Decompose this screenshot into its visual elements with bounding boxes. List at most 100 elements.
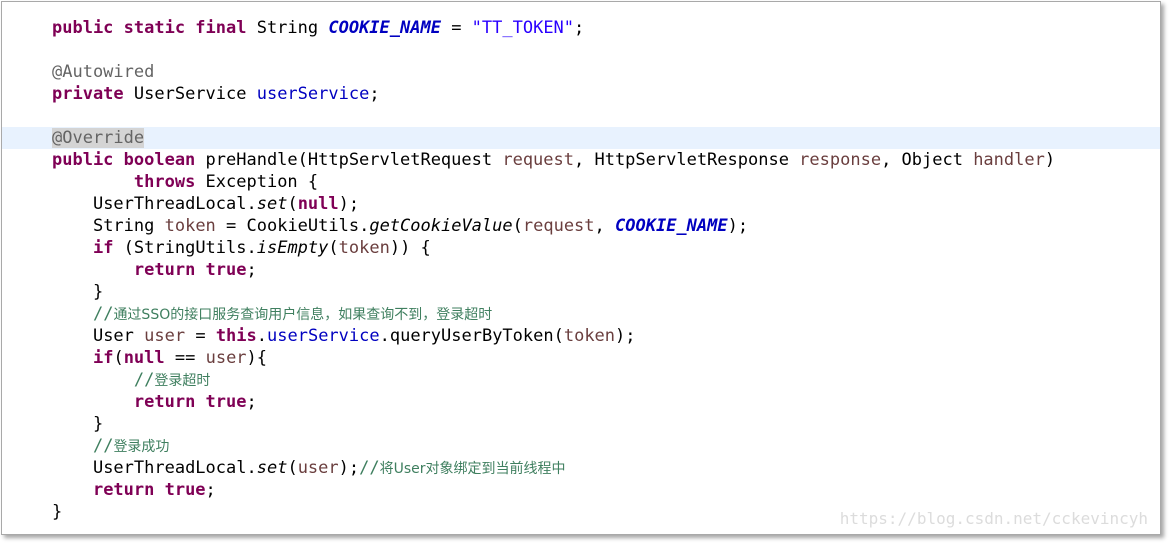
brace: } <box>92 282 104 302</box>
code-line: public boolean preHandle(HttpServletRequ… <box>2 149 1160 171</box>
annotation-selected: @Override <box>52 128 145 148</box>
inline-comment: //将User对象绑定到当前线程中 <box>359 458 565 478</box>
field: userService <box>267 326 380 346</box>
code-text: (StringUtils. <box>113 238 257 258</box>
keyword: private <box>52 84 124 104</box>
local-variable: token <box>164 216 216 236</box>
keyword: public boolean <box>52 150 196 170</box>
type: UserService <box>123 84 257 104</box>
comment-line: //登录成功 <box>2 435 1160 457</box>
constant: COOKIE_NAME <box>615 216 728 236</box>
parameter: handler <box>973 150 1045 170</box>
code-line: User user = this.userService.queryUserBy… <box>2 325 1160 347</box>
code-line: } <box>2 281 1160 303</box>
code-text: ( <box>287 458 298 478</box>
code-line: String token = CookieUtils.getCookieValu… <box>2 215 1160 237</box>
code-text: ( <box>113 348 124 368</box>
method-signature: , Object <box>881 150 974 170</box>
code-line: UserThreadLocal.set(user);//将User对象绑定到当前… <box>2 457 1160 479</box>
code-line: public static final String COOKIE_NAME =… <box>2 17 1160 39</box>
code-text: Exception { <box>195 172 319 192</box>
keyword: if <box>92 238 114 258</box>
code-block[interactable]: public static final String COOKIE_NAME =… <box>2 17 1160 523</box>
keyword: return true <box>92 480 206 500</box>
punctuation: ; <box>205 480 216 500</box>
annotation: @Autowired <box>52 62 155 82</box>
code-text: ( <box>287 194 298 214</box>
keyword: return true <box>133 392 247 412</box>
keyword: if <box>92 348 114 368</box>
watermark: https://blog.csdn.net/cckevincyh <box>839 509 1148 528</box>
code-text: ){ <box>246 348 268 368</box>
code-line: return true; <box>2 391 1160 413</box>
constant: COOKIE_NAME <box>328 18 441 38</box>
code-text: , <box>594 216 616 236</box>
parameter: response <box>799 150 882 170</box>
code-text: .queryUserByToken( <box>379 326 564 346</box>
parameter: request <box>502 150 574 170</box>
string-literal: "TT_TOKEN" <box>471 18 575 38</box>
keyword: return true <box>133 260 247 280</box>
code-text: ( <box>512 216 523 236</box>
code-text: UserThreadLocal. <box>92 194 257 214</box>
local-variable: user <box>205 348 247 368</box>
static-call: set <box>256 458 288 478</box>
static-call: isEmpty <box>256 238 329 258</box>
punctuation: ) <box>1044 150 1056 170</box>
code-line: throws Exception { <box>2 171 1160 193</box>
code-line: return true; <box>2 479 1160 501</box>
code-text: ); <box>338 194 360 214</box>
current-line: @Override <box>2 127 1160 149</box>
comment-marker: // <box>359 458 380 478</box>
code-line: private UserService userService; <box>2 83 1160 105</box>
punctuation: ; <box>574 18 585 38</box>
field: userService <box>256 84 370 104</box>
code-text: ); <box>338 458 360 478</box>
code-text: )) { <box>389 238 431 258</box>
comment-text: 登录成功 <box>113 439 170 455</box>
local-variable: user <box>297 458 339 478</box>
code-text: = <box>185 326 216 346</box>
keyword: public static final <box>52 18 247 38</box>
comment-text: 登录超时 <box>154 373 211 389</box>
brace: } <box>92 414 104 434</box>
type: String <box>246 18 329 38</box>
code-line: if(null == user){ <box>2 347 1160 369</box>
code-line: if (StringUtils.isEmpty(token)) { <box>2 237 1160 259</box>
comment-marker: // <box>92 304 114 324</box>
keyword: null <box>297 194 339 214</box>
code-text: . <box>256 326 268 346</box>
parameter: request <box>522 216 595 236</box>
code-text: ); <box>615 326 636 346</box>
code-line: return true; <box>2 259 1160 281</box>
operator: = <box>440 18 472 38</box>
punctuation: ; <box>246 392 257 412</box>
brace: } <box>52 502 63 522</box>
code-editor-frame: public static final String COOKIE_NAME =… <box>1 1 1161 535</box>
code-line: } <box>2 413 1160 435</box>
keyword: throws <box>133 172 196 192</box>
method-signature: , HttpServletResponse <box>574 150 800 170</box>
comment-marker: // <box>133 370 155 390</box>
comment-marker: // <box>92 436 114 456</box>
code-text: UserThreadLocal. <box>92 458 257 478</box>
comment-line: //登录超时 <box>2 369 1160 391</box>
code-text: ( <box>328 238 339 258</box>
local-variable: token <box>338 238 390 258</box>
punctuation: ; <box>246 260 257 280</box>
local-variable: token <box>563 326 616 346</box>
code-text: User <box>92 326 145 346</box>
method-signature: preHandle(HttpServletRequest <box>195 150 503 170</box>
comment-line: //通过SSO的接口服务查询用户信息，如果查询不到，登录超时 <box>2 303 1160 325</box>
code-text: String <box>92 216 165 236</box>
code-text: ); <box>727 216 749 236</box>
code-text: = CookieUtils. <box>215 216 370 236</box>
keyword: this <box>215 326 257 346</box>
code-line: @Autowired <box>2 61 1160 83</box>
code-line: UserThreadLocal.set(null); <box>2 193 1160 215</box>
keyword: null <box>123 348 165 368</box>
code-text: == <box>164 348 206 368</box>
comment-text: 将User对象绑定到当前线程中 <box>379 461 566 477</box>
